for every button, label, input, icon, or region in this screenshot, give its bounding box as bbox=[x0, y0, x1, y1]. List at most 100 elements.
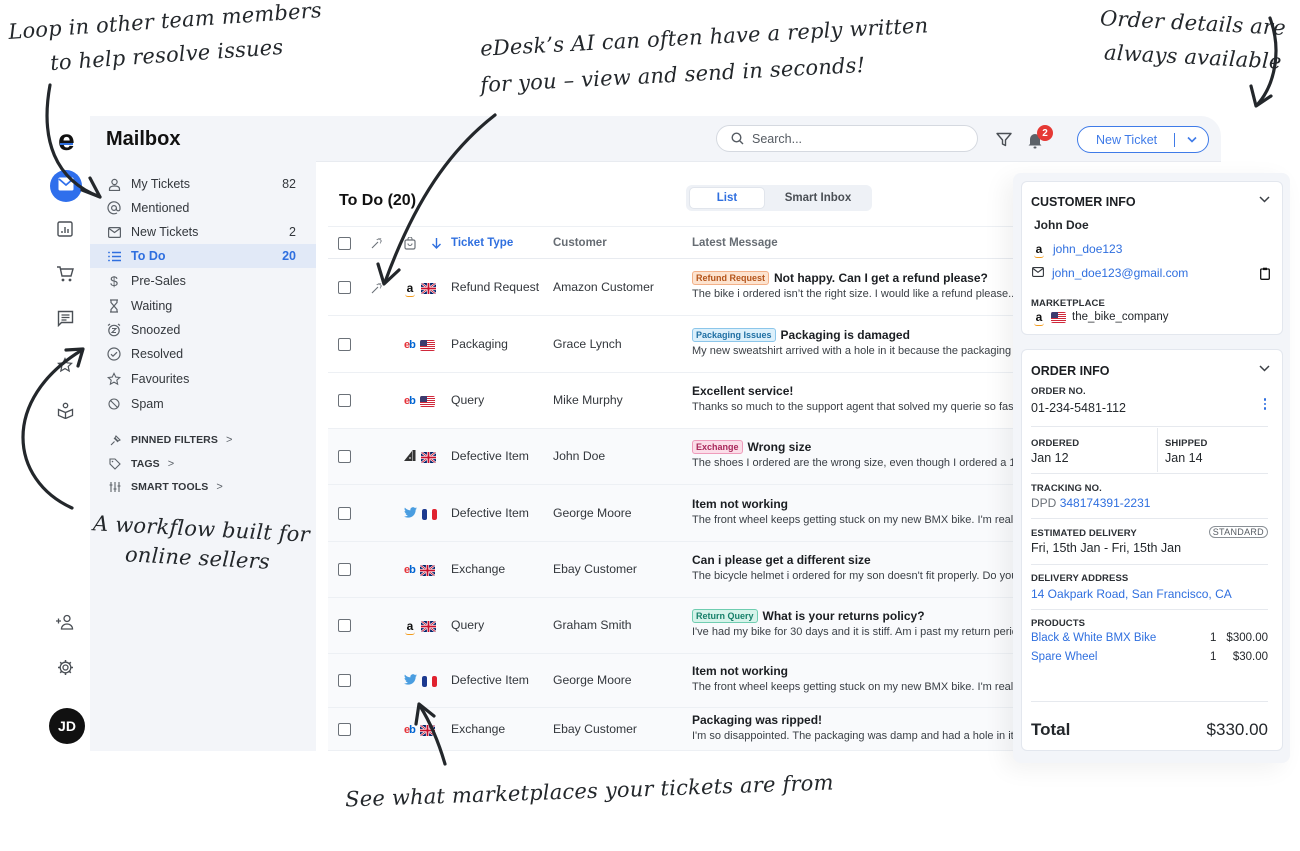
row-checkbox[interactable] bbox=[338, 281, 351, 294]
row-checkbox[interactable] bbox=[338, 338, 351, 351]
more-options-icon[interactable] bbox=[1263, 398, 1266, 410]
search-box[interactable] bbox=[716, 125, 978, 152]
rail-chat-button[interactable] bbox=[50, 306, 80, 336]
column-customer[interactable]: Customer bbox=[553, 227, 607, 259]
product-link[interactable]: Black & White BMX Bike bbox=[1031, 632, 1156, 644]
row-checkbox[interactable] bbox=[338, 619, 351, 632]
sidebar-item-new-tickets[interactable]: New Tickets 2 bbox=[90, 220, 316, 244]
customer-username-link[interactable]: john_doe123 bbox=[1053, 242, 1122, 256]
chevron-right-icon: > bbox=[167, 458, 175, 470]
ticket-tag: Refund Request bbox=[692, 271, 770, 285]
marketplace-indicator bbox=[404, 674, 437, 688]
filter-button[interactable] bbox=[996, 132, 1012, 152]
edesk-logo: e bbox=[58, 124, 75, 157]
ticket-customer: Ebay Customer bbox=[553, 562, 637, 576]
row-checkbox[interactable] bbox=[338, 674, 351, 687]
new-ticket-button[interactable]: New Ticket bbox=[1077, 126, 1209, 153]
uk-flag-icon bbox=[419, 564, 435, 576]
annotation-marketplaces: See what marketplaces your tickets are f… bbox=[344, 770, 835, 812]
annotation-order-line2: always available bbox=[1103, 40, 1283, 74]
view-smart-inbox-tab[interactable]: Smart Inbox bbox=[768, 187, 868, 209]
sidebar-item-resolved[interactable]: Resolved bbox=[90, 342, 316, 366]
rail-add-user-button[interactable] bbox=[50, 609, 80, 639]
sidebar-item-snoozed[interactable]: Snoozed bbox=[90, 318, 316, 342]
product-qty: 1 bbox=[1210, 632, 1217, 644]
rail-analytics-button[interactable] bbox=[50, 216, 80, 246]
ticket-row[interactable]: a Query Graham Smith Return Query What is… bbox=[328, 598, 1016, 654]
sidebar-item-my-tickets[interactable]: My Tickets 82 bbox=[90, 172, 316, 196]
column-ticket-type[interactable]: Ticket Type bbox=[451, 227, 513, 259]
sidebar-item-pre-sales[interactable]: $ Pre-Sales bbox=[90, 269, 316, 293]
tracking-label: TRACKING NO. bbox=[1031, 483, 1102, 494]
select-all-checkbox[interactable] bbox=[338, 227, 351, 259]
row-checkbox[interactable] bbox=[338, 723, 351, 736]
sidebar-item-to-do[interactable]: To Do 20 bbox=[90, 244, 316, 268]
divider bbox=[1031, 609, 1268, 610]
user-avatar[interactable]: JD bbox=[49, 708, 85, 744]
ticket-latest-message: Exchange Wrong size The shoes I ordered a… bbox=[692, 440, 1016, 469]
customer-name: John Doe bbox=[1034, 218, 1089, 232]
rail-settings-button[interactable] bbox=[50, 655, 80, 685]
sidebar-item-label: Resolved bbox=[131, 347, 184, 361]
ai-reply-icon[interactable] bbox=[371, 282, 383, 294]
product-link[interactable]: Spare Wheel bbox=[1031, 651, 1097, 663]
ticket-row[interactable]: Defective Item John Doe Exchange Wrong si… bbox=[328, 429, 1016, 485]
chevron-down-icon[interactable] bbox=[1259, 365, 1270, 372]
delivery-address-link[interactable]: 14 Oakpark Road, San Francisco, CA bbox=[1031, 587, 1232, 601]
search-input[interactable] bbox=[752, 131, 962, 146]
ticket-row[interactable]: eb Exchange Ebay Customer Can i please g… bbox=[328, 542, 1016, 598]
ticket-preview: The front wheel keeps getting stuck on m… bbox=[692, 514, 1016, 526]
order-no: 01-234-5481-112 bbox=[1031, 401, 1126, 415]
rail-favourites-button[interactable] bbox=[50, 352, 80, 382]
ticket-row[interactable]: Defective Item George Moore Item not wor… bbox=[328, 654, 1016, 708]
ebay-icon: eb bbox=[404, 724, 416, 736]
chevron-down-icon[interactable] bbox=[1259, 196, 1270, 203]
sidebar-item-favourites[interactable]: Favourites bbox=[90, 367, 316, 391]
ticket-row[interactable]: eb Exchange Ebay Customer Packaging was … bbox=[328, 708, 1016, 751]
ticket-type: Packaging bbox=[451, 337, 508, 351]
ticket-row[interactable]: eb Packaging Grace Lynch Packaging Issue… bbox=[328, 316, 1016, 373]
sidebar-section-pinned-filters[interactable]: PINNED FILTERS > bbox=[90, 430, 233, 450]
view-list-tab[interactable]: List bbox=[689, 187, 765, 209]
sidebar-item-waiting[interactable]: Waiting bbox=[90, 294, 316, 318]
rail-mailbox-button[interactable] bbox=[50, 170, 82, 202]
ticket-preview: The bicycle helmet i ordered for my son … bbox=[692, 570, 1016, 582]
row-checkbox[interactable] bbox=[338, 563, 351, 576]
rail-knowledge-button[interactable] bbox=[50, 398, 80, 428]
tracking-link[interactable]: 348174391-2231 bbox=[1060, 496, 1151, 510]
check-circle-icon bbox=[106, 346, 122, 362]
sidebar-section-smart-tools[interactable]: SMART TOOLS > bbox=[90, 477, 223, 497]
alarm-icon bbox=[106, 322, 122, 338]
ticket-subject: Packaging was ripped! bbox=[692, 713, 823, 727]
chevron-down-icon[interactable] bbox=[1175, 136, 1208, 143]
sidebar-item-mentioned[interactable]: Mentioned bbox=[90, 196, 316, 220]
divider bbox=[1031, 564, 1268, 565]
marketplace-indicator: a bbox=[404, 619, 436, 635]
est-delivery: Fri, 15th Jan - Fri, 15th Jan bbox=[1031, 541, 1182, 555]
star-icon bbox=[106, 371, 122, 387]
mailbox-sidebar: Mailbox My Tickets 82 Mentioned New Tick… bbox=[90, 116, 316, 751]
ticket-row[interactable]: a Refund Request Amazon Customer Refund … bbox=[328, 259, 1016, 316]
amazon-icon: a bbox=[404, 619, 416, 635]
column-latest-message[interactable]: Latest Message bbox=[692, 227, 778, 259]
product-price: $30.00 bbox=[1232, 651, 1268, 663]
customer-email-link[interactable]: john_doe123@gmail.com bbox=[1052, 266, 1188, 280]
ticket-row[interactable]: Defective Item George Moore Item not wor… bbox=[328, 485, 1016, 542]
ticket-type: Exchange bbox=[451, 562, 506, 576]
sidebar-item-spam[interactable]: Spam bbox=[90, 392, 316, 416]
at-icon bbox=[106, 200, 122, 216]
sidebar-item-label: Pre-Sales bbox=[131, 274, 186, 288]
divider bbox=[1031, 426, 1268, 427]
copy-clipboard-icon[interactable] bbox=[1260, 267, 1270, 285]
sidebar-section-tags[interactable]: TAGS > bbox=[90, 454, 174, 474]
row-checkbox[interactable] bbox=[338, 394, 351, 407]
ticket-row[interactable]: eb Query Mike Murphy Excellent service! … bbox=[328, 373, 1016, 429]
sort-arrow-down-icon[interactable] bbox=[431, 227, 442, 259]
rail-orders-button[interactable] bbox=[50, 261, 80, 291]
row-checkbox[interactable] bbox=[338, 507, 351, 520]
row-checkbox[interactable] bbox=[338, 450, 351, 463]
uk-flag-icon bbox=[419, 724, 435, 736]
page-title: Mailbox bbox=[106, 128, 181, 150]
settings-icon bbox=[57, 659, 74, 681]
divider bbox=[1031, 473, 1268, 474]
